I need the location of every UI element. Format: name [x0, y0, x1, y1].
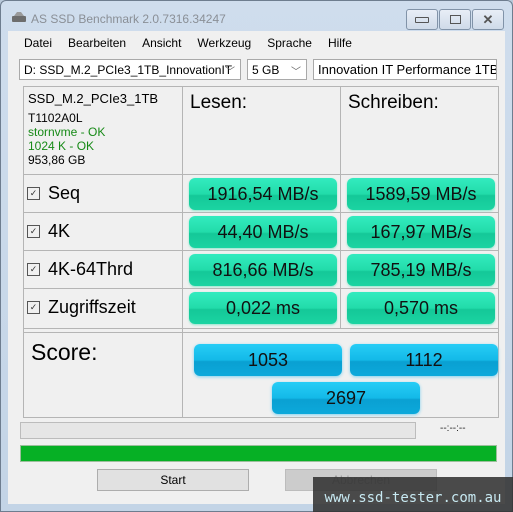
menu-werkzeug[interactable]: Werkzeug [189, 31, 259, 53]
divider [23, 86, 24, 418]
size-select-value: 5 GB [252, 63, 280, 77]
chevron-down-icon: ﹀ [225, 67, 235, 78]
test-4k-checkbox[interactable]: ✓ 4K [27, 221, 70, 242]
menu-bearbeiten[interactable]: Bearbeiten [60, 31, 134, 53]
test-4k64-checkbox[interactable]: ✓ 4K-64Thrd [27, 259, 133, 280]
checkbox-checked-icon: ✓ [27, 301, 40, 314]
read-header: Lesen: [190, 92, 248, 113]
test-seq-checkbox[interactable]: ✓ Seq [27, 183, 80, 204]
menu-sprache[interactable]: Sprache [259, 31, 320, 53]
maximize-icon [449, 15, 461, 24]
maximize-button[interactable] [439, 9, 471, 30]
alignment-status: 1024 K - OK [28, 139, 95, 153]
score-read: 1053 [194, 344, 342, 376]
drive-icon [12, 12, 26, 22]
window-title: AS SSD Benchmark 2.0.7316.34247 [31, 12, 226, 26]
seq-write-result: 1589,59 MB/s [347, 178, 495, 210]
menu-datei[interactable]: Datei [8, 31, 60, 53]
divider [23, 417, 498, 418]
test-label: 4K-64Thrd [48, 259, 134, 279]
drive-capacity: 953,86 GB [28, 153, 86, 167]
title-bar: AS SSD Benchmark 2.0.7316.34247 ✕ [1, 1, 512, 31]
seq-read-result: 1916,54 MB/s [189, 178, 337, 210]
watermark: www.ssd-tester.com.au [313, 477, 513, 512]
minimize-button[interactable] [406, 9, 438, 30]
app-window: AS SSD Benchmark 2.0.7316.34247 ✕ Datei … [0, 0, 513, 512]
4k64-read-result: 816,66 MB/s [189, 254, 337, 286]
4k64-write-result: 785,19 MB/s [347, 254, 495, 286]
checkbox-checked-icon: ✓ [27, 263, 40, 276]
results-grid: SSD_M.2_PCIe3_1TB T1102A0L stornvme - OK… [23, 86, 499, 418]
overall-progress-bar [20, 445, 497, 462]
drive-select-value: D: SSD_M.2_PCIe3_1TB_InnovationIT [24, 63, 233, 77]
test-progress-bar [20, 422, 416, 439]
chevron-down-icon: ﹀ [291, 67, 301, 78]
close-button[interactable]: ✕ [472, 9, 504, 30]
access-read-result: 0,022 ms [189, 292, 337, 324]
divider [23, 288, 498, 289]
size-select[interactable]: 5 GB ﹀ [247, 59, 307, 80]
drive-firmware: T1102A0L [28, 111, 83, 125]
divider [340, 86, 341, 329]
score-label: Score: [31, 339, 98, 365]
4k-read-result: 44,40 MB/s [189, 216, 337, 248]
test-access-checkbox[interactable]: ✓ Zugriffszeit [27, 297, 136, 318]
test-label: 4K [48, 221, 71, 241]
minimize-icon [415, 16, 429, 23]
test-label: Seq [48, 183, 81, 203]
menu-ansicht[interactable]: Ansicht [134, 31, 189, 53]
menu-bar: Datei Bearbeiten Ansicht Werkzeug Sprach… [8, 31, 505, 53]
menu-hilfe[interactable]: Hilfe [320, 31, 360, 53]
checkbox-checked-icon: ✓ [27, 187, 40, 200]
test-label: Zugriffszeit [48, 297, 136, 317]
divider [23, 250, 498, 251]
overall-progress-fill [21, 446, 496, 461]
divider [23, 86, 498, 87]
divider [182, 86, 183, 418]
client-area: Datei Bearbeiten Ansicht Werkzeug Sprach… [8, 31, 505, 504]
result-name-input[interactable]: Innovation IT Performance 1TB [313, 59, 497, 80]
drive-select[interactable]: D: SSD_M.2_PCIe3_1TB_InnovationIT ﹀ [19, 59, 241, 80]
score-total: 2697 [272, 382, 420, 414]
score-write: 1112 [350, 344, 498, 376]
drive-info: SSD_M.2_PCIe3_1TB T1102A0L stornvme - OK… [28, 91, 159, 168]
start-button[interactable]: Start [97, 469, 249, 491]
divider [23, 174, 498, 175]
4k-write-result: 167,97 MB/s [347, 216, 495, 248]
drive-name: SSD_M.2_PCIe3_1TB [28, 91, 159, 106]
divider [23, 332, 498, 333]
driver-status: stornvme - OK [28, 125, 106, 139]
access-write-result: 0,570 ms [347, 292, 495, 324]
divider [23, 212, 498, 213]
elapsed-time: --:--:-- [440, 423, 466, 434]
checkbox-checked-icon: ✓ [27, 225, 40, 238]
divider [23, 328, 498, 329]
write-header: Schreiben: [348, 92, 439, 113]
close-icon: ✕ [482, 11, 494, 27]
divider [498, 86, 499, 418]
